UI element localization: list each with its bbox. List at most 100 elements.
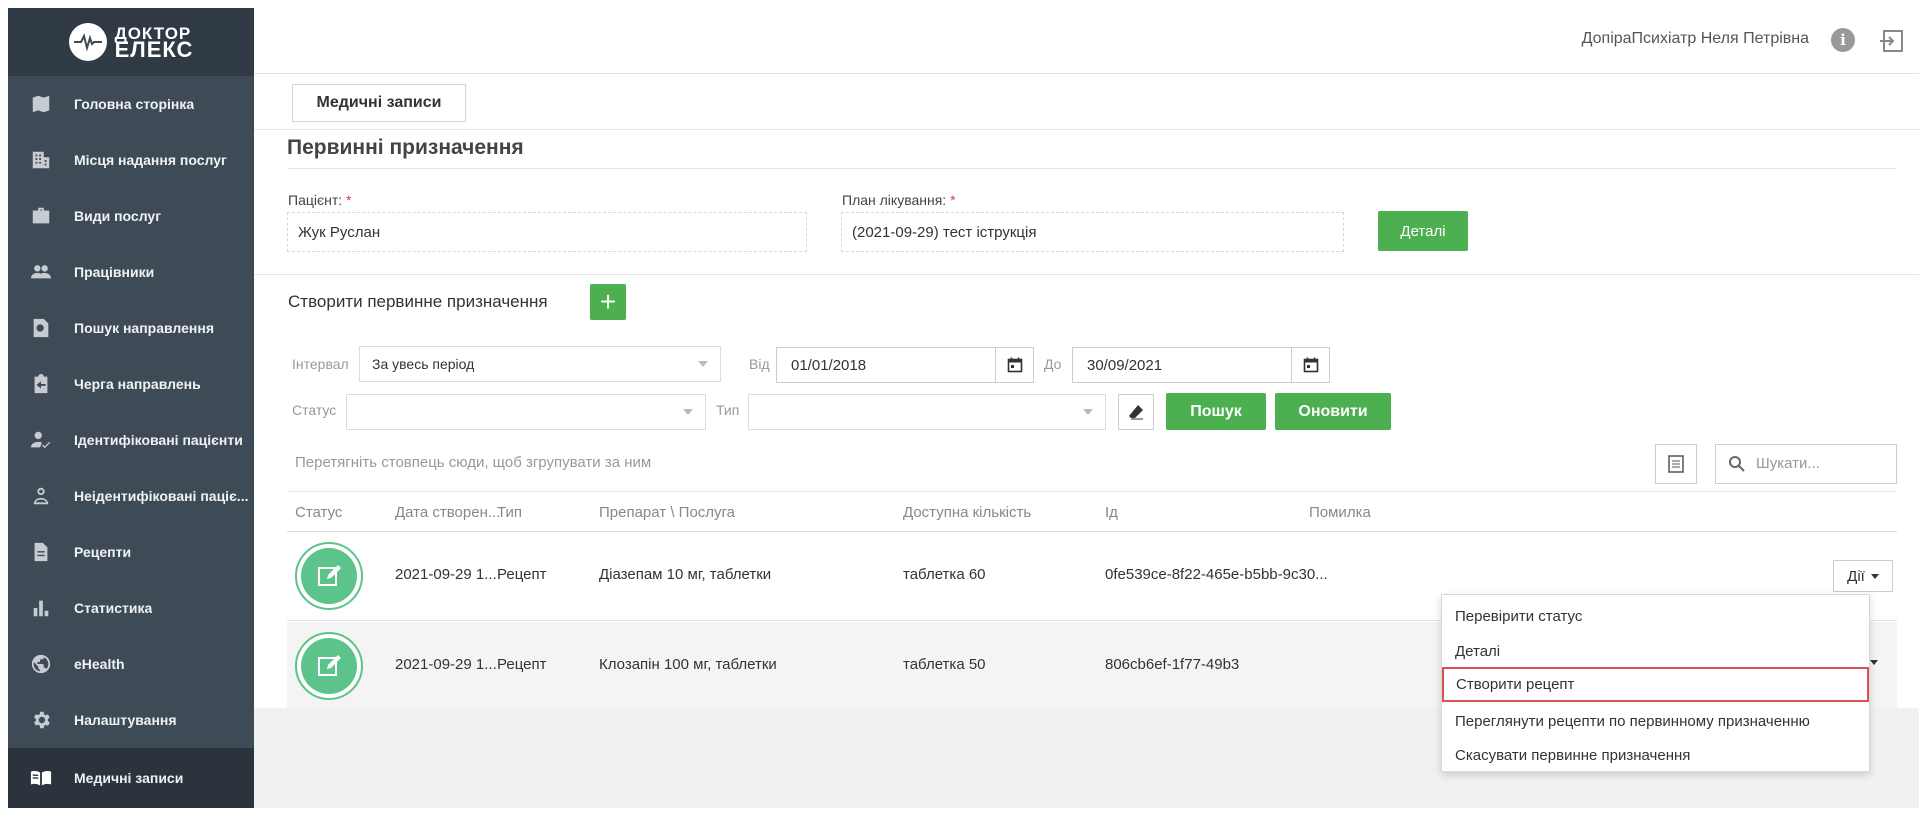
gear-icon — [8, 709, 74, 731]
section-divider — [254, 274, 1919, 275]
sidebar-item-service-places[interactable]: Місця надання послуг — [8, 132, 254, 188]
tab-medical-records[interactable]: Медичні записи — [292, 84, 466, 122]
briefcase-icon — [8, 205, 74, 227]
export-icon — [1668, 455, 1684, 473]
sidebar-item-label: Черга направлень — [74, 376, 201, 392]
sidebar-item-settings[interactable]: Налаштування — [8, 692, 254, 748]
sidebar-item-identified-patients[interactable]: Ідентифіковані пацієнти — [8, 412, 254, 468]
clear-filters-button[interactable] — [1118, 394, 1154, 430]
calendar-icon — [1007, 357, 1022, 373]
sidebar-item-ehealth[interactable]: eHealth — [8, 636, 254, 692]
interval-select-value: За увесь період — [372, 356, 475, 372]
plan-label: План лікування: * — [842, 192, 956, 208]
interval-label: Інтервал — [292, 356, 349, 372]
required-mark: * — [950, 192, 956, 208]
people-icon — [8, 261, 74, 283]
grid-search-placeholder: Шукати... — [1756, 455, 1820, 472]
row-actions-label: Дії — [1847, 567, 1865, 585]
sidebar-item-statistics[interactable]: Статистика — [8, 580, 254, 636]
column-header[interactable]: Дата створен... — [395, 504, 500, 521]
sidebar-item-label: Неідентифіковані паціє... — [74, 488, 249, 504]
menu-item-cancel-primary[interactable]: Скасувати первинне призначення — [1442, 738, 1871, 773]
caret-down-icon — [1870, 573, 1879, 579]
to-date-input[interactable]: 30/09/2021 — [1072, 347, 1292, 383]
menu-item-details[interactable]: Деталі — [1442, 634, 1871, 669]
column-header[interactable]: Помилка — [1309, 504, 1371, 521]
user-name[interactable]: ДопіраПсихіатр Неля Петрівна — [1582, 30, 1809, 48]
row-actions-caret-icon[interactable] — [1870, 660, 1878, 665]
chevron-down-icon — [683, 409, 693, 415]
sidebar-item-label: Головна сторінка — [74, 96, 195, 112]
edit-status-icon — [295, 542, 363, 610]
group-hint: Перетягніть стовпець сюди, щоб згрупуват… — [295, 454, 652, 471]
add-primary-button[interactable]: + — [590, 284, 626, 320]
document-icon — [8, 541, 74, 563]
sidebar-item-service-types[interactable]: Види послуг — [8, 188, 254, 244]
brand-logo[interactable]: ДОКТОР ЕЛЕКС — [8, 8, 254, 76]
sidebar-item-label: Ідентифіковані пацієнти — [74, 432, 243, 448]
sidebar-item-label: Працівники — [74, 264, 155, 280]
cell-item: Діазепам 10 мг, таблетки — [599, 566, 772, 583]
column-header[interactable]: Препарат \ Послуга — [599, 504, 735, 521]
from-label: Від — [749, 356, 770, 372]
menu-item-create-prescription[interactable]: Створити рецепт — [1442, 667, 1869, 702]
cell-id: 806cb6ef-1f77-49b3 — [1105, 656, 1240, 673]
interval-select[interactable]: За увесь період — [359, 346, 721, 382]
sidebar-item-label: Пошук направлення — [74, 320, 214, 336]
app-root: ДОКТОР ЕЛЕКС Головна сторінка Місця нада… — [0, 0, 1927, 815]
cell-date: 2021-09-29 1... — [395, 656, 497, 673]
sidebar-nav: Головна сторінка Місця надання послуг Ви… — [8, 76, 254, 808]
logo-heartbeat-icon — [68, 23, 107, 61]
patient-field: Жук Руслан — [287, 212, 807, 252]
patient-label-text: Пацієнт: — [288, 192, 343, 208]
sidebar-item-label: Статистика — [74, 600, 153, 616]
sidebar-item-referral-search[interactable]: Пошук направлення — [8, 300, 254, 356]
sidebar-item-employees[interactable]: Працівники — [8, 244, 254, 300]
top-bar: ДопіраПсихіатр Неля Петрівна i — [254, 8, 1919, 74]
type-select[interactable] — [748, 394, 1106, 430]
sidebar-item-home[interactable]: Головна сторінка — [8, 76, 254, 132]
sidebar-item-unidentified-patients[interactable]: Неідентифіковані паціє... — [8, 468, 254, 524]
status-select[interactable] — [346, 394, 706, 430]
column-header[interactable]: Доступна кількість — [903, 504, 1031, 521]
details-button[interactable]: Деталі — [1378, 211, 1468, 251]
cell-item: Клозапін 100 мг, таблетки — [599, 656, 777, 673]
grid-search-input[interactable]: Шукати... — [1715, 444, 1897, 484]
cell-id: 0fe539ce-8f22-465e-b5bb-9c30... — [1105, 566, 1328, 583]
export-button[interactable] — [1655, 444, 1697, 484]
sidebar: ДОКТОР ЕЛЕКС Головна сторінка Місця нада… — [8, 8, 254, 808]
column-header[interactable]: Тип — [497, 504, 522, 521]
to-calendar-button[interactable] — [1292, 347, 1330, 383]
cell-type: Рецепт — [497, 566, 547, 583]
column-header[interactable]: Статус — [295, 504, 342, 521]
chevron-down-icon — [698, 361, 708, 367]
group-panel[interactable]: Перетягніть стовпець сюди, щоб згрупуват… — [287, 438, 1897, 492]
menu-item-view-prescriptions[interactable]: Переглянути рецепти по первинному призна… — [1442, 704, 1871, 739]
sidebar-item-prescriptions[interactable]: Рецепти — [8, 524, 254, 580]
search-document-icon — [8, 317, 74, 339]
search-button[interactable]: Пошук — [1166, 393, 1266, 430]
status-filter-label: Статус — [292, 402, 337, 418]
page-title: Первинні призначення — [287, 136, 524, 159]
patient-label: Пацієнт: * — [288, 192, 352, 208]
book-icon — [8, 767, 74, 789]
from-date-input[interactable]: 01/01/2018 — [776, 347, 996, 383]
row-actions-button[interactable]: Дії — [1833, 560, 1893, 592]
logout-icon[interactable] — [1879, 28, 1905, 54]
info-icon[interactable]: i — [1831, 28, 1855, 52]
menu-item-check-status[interactable]: Перевірити статус — [1442, 599, 1871, 634]
sidebar-item-medical-records[interactable]: Медичні записи — [8, 748, 254, 808]
cell-quantity: таблетка 60 — [903, 566, 986, 583]
plan-field: (2021-09-29) тест іструкція — [841, 212, 1344, 252]
user-check-icon — [8, 429, 74, 451]
from-calendar-button[interactable] — [996, 347, 1034, 383]
column-header[interactable]: Ід — [1105, 504, 1118, 521]
type-filter-label: Тип — [716, 402, 740, 418]
cell-type: Рецепт — [497, 656, 547, 673]
sidebar-item-label: Налаштування — [74, 712, 177, 728]
sidebar-item-referral-queue[interactable]: Черга направлень — [8, 356, 254, 412]
eraser-icon — [1129, 405, 1143, 420]
building-icon — [8, 149, 74, 171]
refresh-button[interactable]: Оновити — [1275, 393, 1391, 430]
bar-chart-icon — [8, 597, 74, 619]
